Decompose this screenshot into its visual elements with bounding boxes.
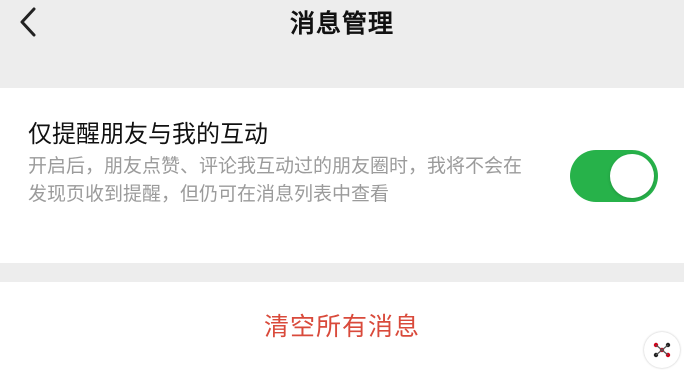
setting-title: 仅提醒朋友与我的互动 xyxy=(28,120,268,148)
watermark-logo xyxy=(644,332,680,368)
notification-setting-row: 仅提醒朋友与我的互动 开启后，朋友点赞、评论我互动过的朋友圈时，我将不会在发现页… xyxy=(0,88,684,263)
page-title: 消息管理 xyxy=(289,9,394,38)
toggle-knob xyxy=(610,154,654,198)
clear-all-messages-label: 清空所有消息 xyxy=(263,312,420,341)
only-remind-interactions-toggle[interactable] xyxy=(570,150,658,202)
message-management-page: 消息管理 仅提醒朋友与我的互动 开启后，朋友点赞、评论我互动过的朋友圈时，我将不… xyxy=(0,0,684,372)
clear-all-messages-button[interactable]: 清空所有消息 xyxy=(0,282,684,372)
navigation-bar: 消息管理 xyxy=(0,0,684,44)
back-button[interactable] xyxy=(18,2,58,42)
chevron-left-icon xyxy=(18,6,38,38)
clear-messages-section: 清空所有消息 xyxy=(0,282,684,372)
setting-description: 开启后，朋友点赞、评论我互动过的朋友圈时，我将不会在发现页收到提醒，但仍可在消息… xyxy=(28,155,523,205)
